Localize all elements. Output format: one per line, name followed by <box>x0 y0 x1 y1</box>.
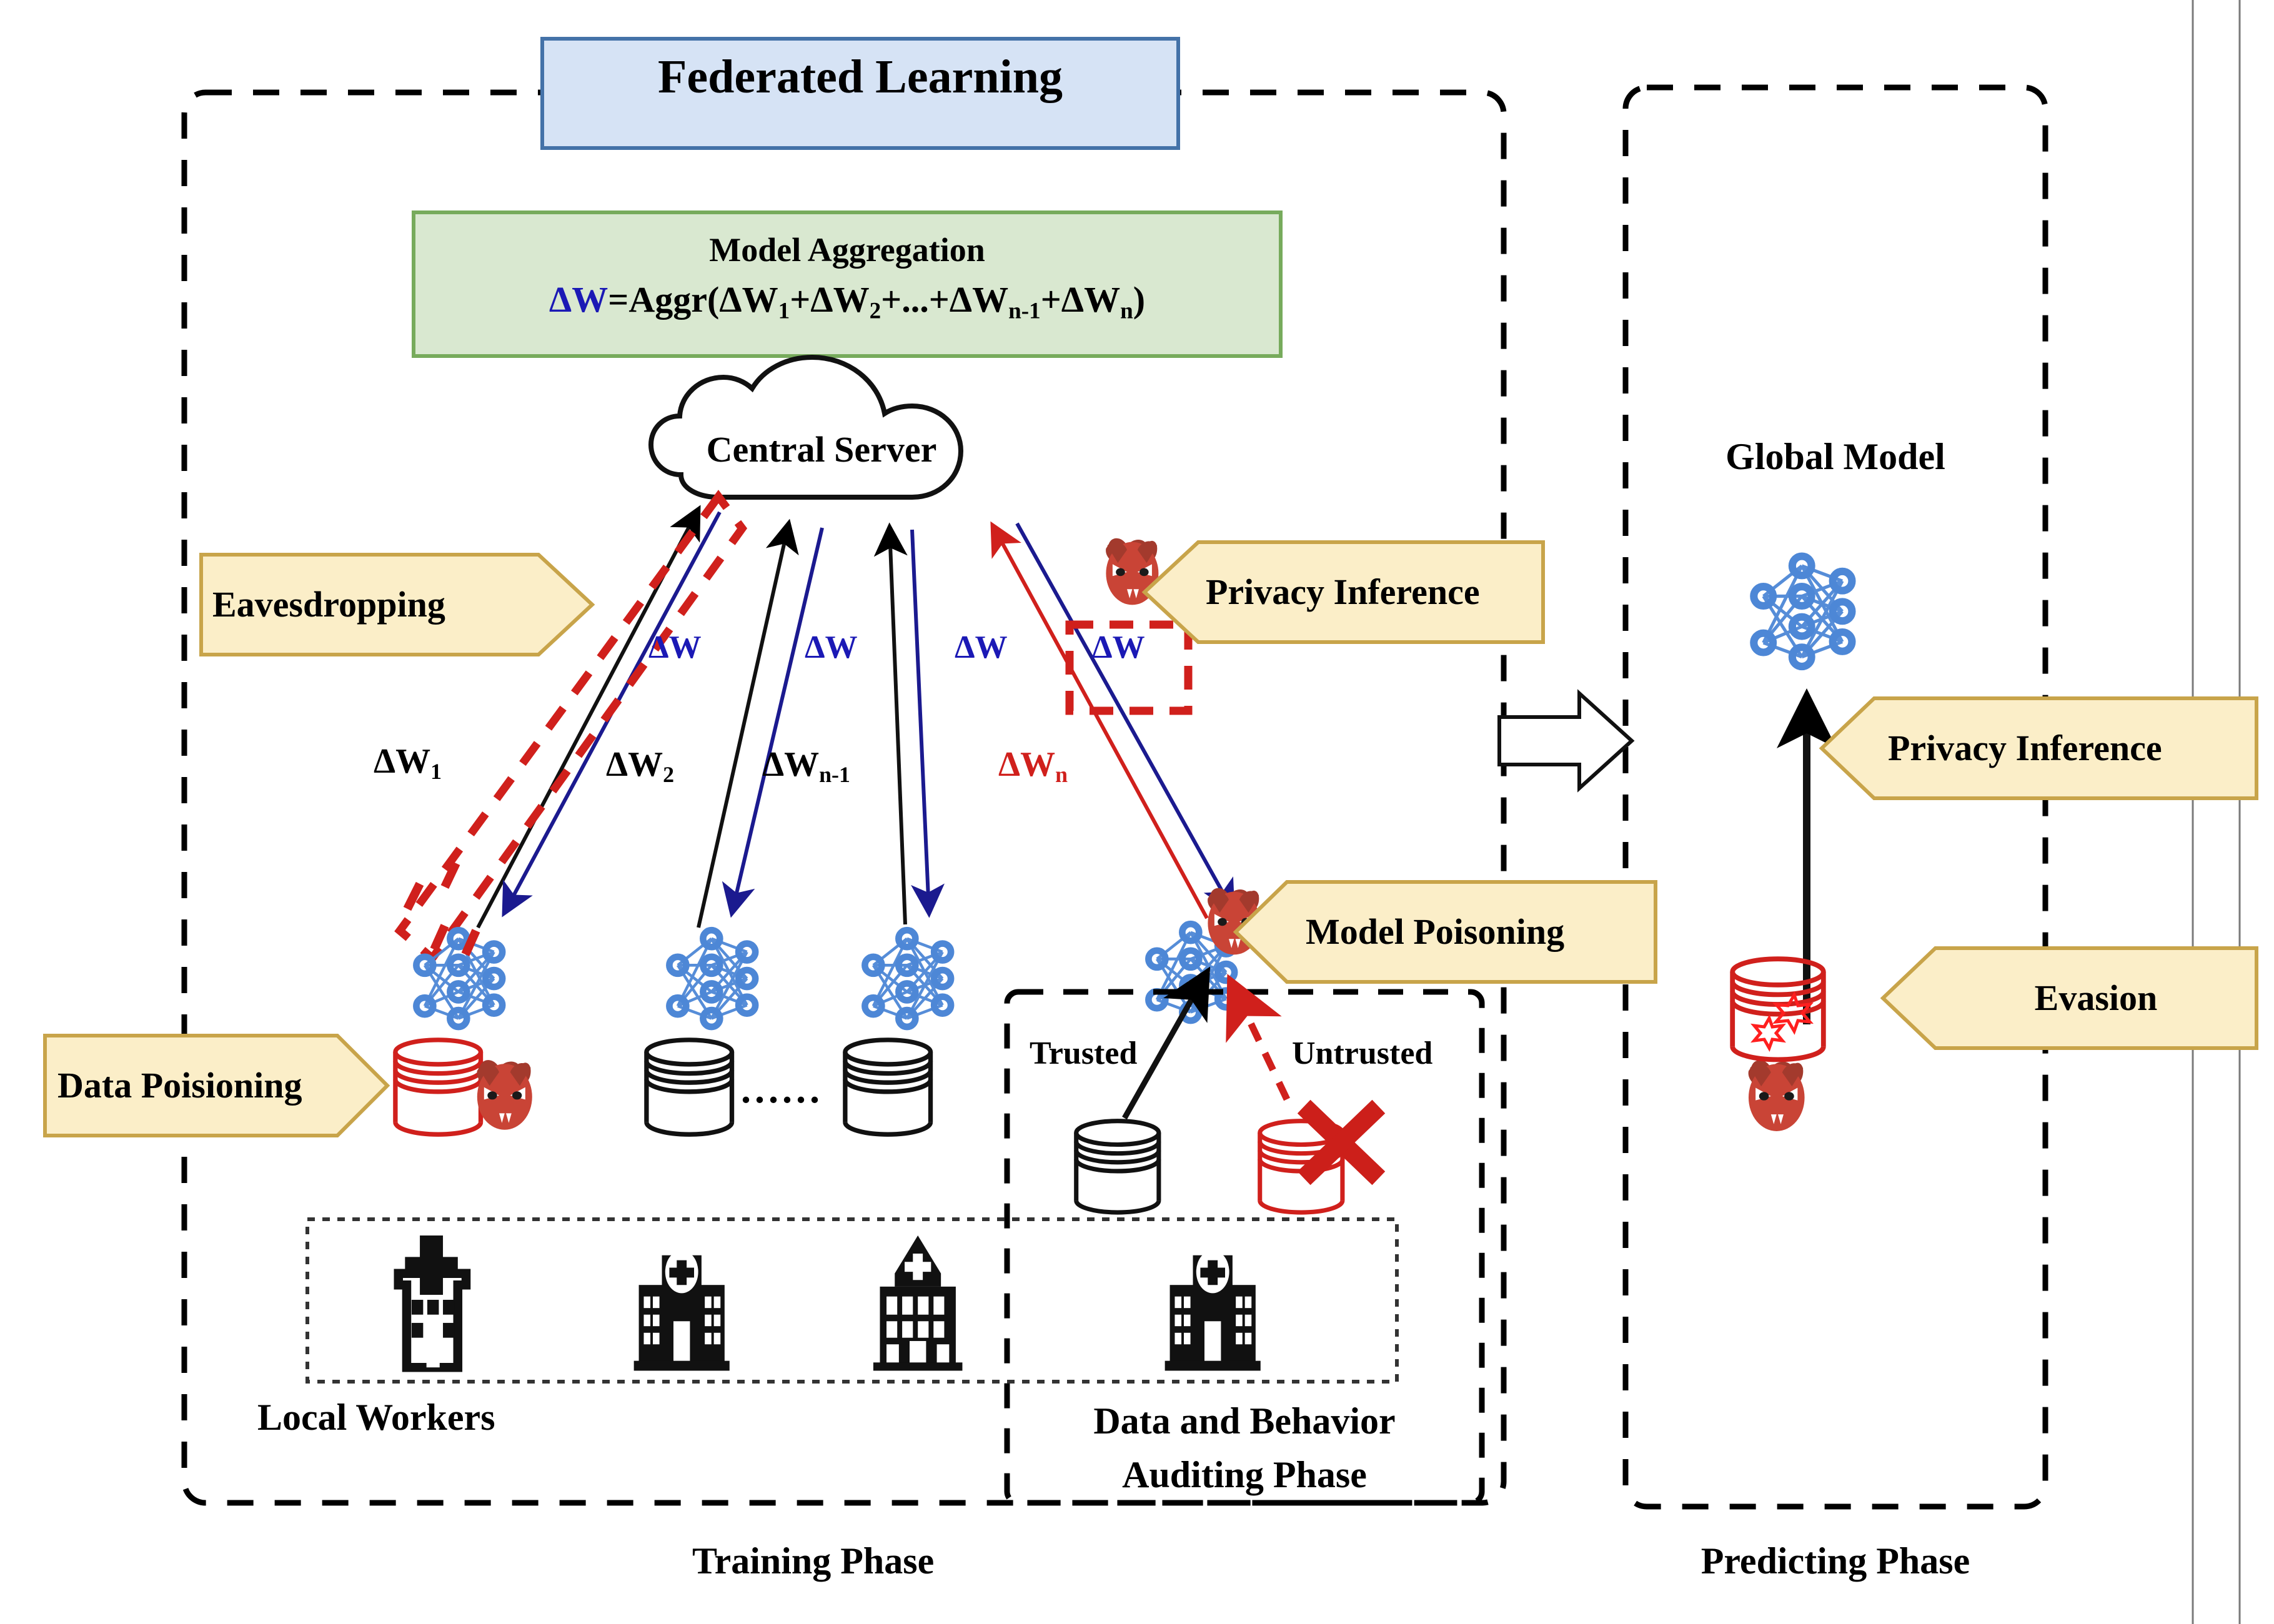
upload-label-1-base: ΔW <box>374 742 431 781</box>
untrusted-data-arrow <box>1226 974 1290 1101</box>
local-dataset-2 <box>647 1040 732 1134</box>
upload-label-2-base: ΔW <box>606 745 663 784</box>
upload-label-3: ΔWn-1 <box>762 746 850 787</box>
upload-label-n: ΔWn <box>998 746 1068 787</box>
upload-label-n-base: ΔW <box>998 745 1056 784</box>
formula-part-4: ) <box>1133 279 1146 320</box>
download-label-4: ΔW <box>1092 630 1145 665</box>
formula-part-1: +ΔW <box>790 279 870 320</box>
formula-part-2: +...+ΔW <box>881 279 1009 320</box>
download-arrow-worker-n-1 <box>910 529 945 918</box>
model-poisoning-label[interactable]: Model Poisoning <box>1306 913 1656 951</box>
local-model-nn-1 <box>416 930 502 1027</box>
evasion-label[interactable]: Evasion <box>1935 979 2257 1017</box>
dataset-ellipsis: ...... <box>741 1067 823 1111</box>
upload-label-1-sub: 1 <box>430 759 442 785</box>
auditing-phase-caption-line1: Data and Behavior <box>1093 1400 1396 1442</box>
upload-label-2-sub: 2 <box>663 762 675 788</box>
auditing-phase-caption-line2: Auditing Phase <box>1122 1454 1367 1495</box>
formula-delta-w: ΔW <box>549 279 608 320</box>
formula-sub-3: n-1 <box>1008 298 1041 324</box>
formula-sub-4: n <box>1120 298 1133 324</box>
global-model-nn <box>1754 557 1852 667</box>
local-model-nn-3 <box>865 930 951 1027</box>
devil-icon-data-poisoning <box>477 1060 532 1130</box>
diagram-canvas: Federated Learning Model Aggregation ΔW=… <box>0 0 2274 1624</box>
formula-part-0: =Aggr(ΔW <box>608 279 778 320</box>
local-dataset-n-1 <box>845 1040 931 1134</box>
untrusted-label: Untrusted <box>1292 1036 1433 1071</box>
upload-label-n-sub: n <box>1055 762 1068 788</box>
predicting-phase-caption: Predicting Phase <box>1701 1540 1970 1582</box>
upload-label-3-base: ΔW <box>762 745 820 784</box>
formula-part-3: +ΔW <box>1040 279 1121 320</box>
upload-label-2: ΔW2 <box>606 746 674 787</box>
hospital-icon-3 <box>873 1235 963 1371</box>
training-phase-caption: Training Phase <box>692 1540 935 1582</box>
upload-label-3-sub: n-1 <box>819 762 850 788</box>
download-label-1: ΔW <box>648 630 702 665</box>
upload-label-1: ΔW1 <box>374 743 442 784</box>
phase-transition-arrow <box>1497 689 1635 793</box>
data-poisoning-label[interactable]: Data Poisioning <box>57 1066 382 1105</box>
eavesdropping-label[interactable]: Eavesdropping <box>212 585 562 624</box>
hospital-icon-1 <box>399 1235 466 1367</box>
trusted-dataset <box>1076 1121 1159 1212</box>
trusted-label: Trusted <box>1030 1036 1138 1071</box>
model-aggregation-formula: ΔW=Aggr(ΔW1+ΔW2+...+ΔWn-1+ΔWn) <box>414 279 1281 324</box>
hospital-icon-4 <box>1164 1250 1261 1371</box>
central-server-label: Central Server <box>706 429 937 470</box>
central-server-cloud <box>648 354 964 500</box>
model-aggregation-heading: Model Aggregation <box>709 231 985 269</box>
download-label-3: ΔW <box>955 630 1008 665</box>
local-dataset-1-poisoned <box>395 1040 481 1134</box>
global-model-label: Global Model <box>1725 436 1945 477</box>
formula-sub-2: 2 <box>869 298 881 324</box>
page-title: Federated Learning <box>657 51 1063 103</box>
privacy-inference-training-label[interactable]: Privacy Inference <box>1206 573 1556 611</box>
local-model-nn-2 <box>669 930 755 1027</box>
hospital-icon-2 <box>633 1250 730 1371</box>
download-label-2: ΔW <box>805 630 858 665</box>
privacy-inference-predicting-label[interactable]: Privacy Inference <box>1888 729 2250 768</box>
formula-sub-1: 1 <box>778 298 790 324</box>
devil-icon-evasion <box>1748 1060 1805 1131</box>
upload-arrow-worker-n-1 <box>873 522 908 925</box>
local-workers-caption: Local Workers <box>257 1397 495 1438</box>
